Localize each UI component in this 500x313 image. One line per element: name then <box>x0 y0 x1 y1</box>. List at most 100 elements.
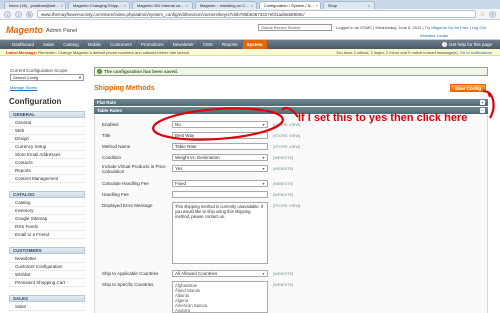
scope-tag: [STORE VIEW] <box>273 144 301 149</box>
sidebar-item-web[interactable]: Web <box>9 127 85 135</box>
help-link[interactable]: ? Get help for this page <box>441 42 492 47</box>
magento-logo[interactable]: Magento <box>6 25 43 35</box>
chevron-down-icon: ▼ <box>261 182 266 186</box>
nav-newsletter[interactable]: Newsletter <box>169 40 199 49</box>
system-notice-bar: Latest Message: Reminder: Change Magento… <box>0 49 500 56</box>
browser-tab[interactable]: Inbox (16) - jonathan@tofr... × <box>4 1 66 9</box>
close-tab-icon[interactable]: × <box>185 3 187 8</box>
browser-tab[interactable]: Magento :: Installing on C... × <box>194 1 257 9</box>
country-option[interactable]: Andorra <box>175 308 265 313</box>
browser-toolbar: ‹ › ↻ www.themayflowersociety.com/store/… <box>0 9 500 20</box>
nav-reports[interactable]: Reports <box>218 40 243 49</box>
go-to-notifications-link[interactable]: Go to notifications <box>460 50 492 55</box>
notice-label: Latest Message: <box>6 50 38 55</box>
reload-icon[interactable]: ↻ <box>26 10 33 18</box>
notice-count: You have 2 critical, 2 major, 2 minor an… <box>336 50 459 55</box>
nav-promotions[interactable]: Promotions <box>137 40 169 49</box>
sidebar-item-contacts[interactable]: Contacts <box>9 159 85 167</box>
browser-tab[interactable]: Magento Changing Shipp... × <box>68 1 130 9</box>
wrench-icon[interactable]: ≡ <box>489 10 496 18</box>
sidebar-section-customers[interactable]: CUSTOMERS <box>9 247 85 254</box>
scope-label: Current Configuration Scope: <box>10 68 69 73</box>
global-search-input[interactable]: Global Record Search <box>258 24 332 31</box>
sidebar-section-general[interactable]: GENERAL <box>9 111 85 118</box>
nav-cms[interactable]: CMS <box>199 40 218 49</box>
field-label-condition: Condition <box>102 155 122 160</box>
nav-system[interactable]: System <box>242 40 268 49</box>
admin-header: Magento Admin Panel Global Record Search… <box>0 20 500 40</box>
sidebar-item-persistent-cart[interactable]: Persistent Shopping Cart <box>9 279 85 287</box>
include-virtual-select[interactable]: Yes ▼ <box>172 165 268 172</box>
scope-tag: [STORE VIEW] <box>273 133 301 138</box>
try-magento-go-link[interactable]: Try Magento Go for Free <box>425 25 469 30</box>
error-message-textarea[interactable]: This shipping method is currently unavai… <box>172 202 268 264</box>
nav-sales[interactable]: Sales <box>39 40 60 49</box>
field-label-title: Title <box>102 133 111 138</box>
close-tab-icon[interactable]: × <box>123 3 125 8</box>
field-label-error-message: Displayed Error Message <box>102 203 153 208</box>
close-tab-icon[interactable]: × <box>316 3 318 8</box>
interface-locale-label[interactable]: Interface Locale <box>420 33 448 38</box>
sidebar-item-design[interactable]: Design <box>9 135 85 143</box>
title-input[interactable]: Best Way <box>172 132 268 139</box>
nav-catalog[interactable]: Catalog <box>59 40 84 49</box>
section-flat-rate[interactable]: Flat Rate + <box>94 99 488 106</box>
tab-label: Shop <box>327 3 338 8</box>
field-value: Fixed <box>175 181 187 186</box>
check-icon: ✓ <box>97 69 102 74</box>
condition-select[interactable]: Weight vs. Destination ▼ <box>172 154 268 161</box>
back-icon[interactable]: ‹ <box>4 10 11 18</box>
browser-tab[interactable]: Shop × <box>322 1 375 9</box>
scope-select[interactable]: Default Config ▼ <box>10 74 84 81</box>
sidebar-item-reports[interactable]: Reports <box>9 167 85 175</box>
field-value: Weight vs. Destination <box>175 155 220 160</box>
scope-tag: [STORE VIEW] <box>273 203 301 208</box>
address-bar[interactable]: www.themayflowersociety.com/store/index.… <box>37 10 476 18</box>
method-name-input[interactable]: Table Rate <box>172 143 268 150</box>
field-label-include-virtual: Include Virtual Products in Price Calcul… <box>102 164 166 174</box>
close-tab-icon[interactable]: × <box>251 3 253 8</box>
success-text: The configuration has been saved. <box>104 69 179 74</box>
enabled-select[interactable]: No ▼ <box>172 121 268 128</box>
field-label-applicable-countries: Ship to Applicable Countries <box>102 271 159 276</box>
sidebar-section-sales[interactable]: SALES <box>9 295 85 302</box>
sidebar-item-currency-setup[interactable]: Currency Setup <box>9 143 85 151</box>
sidebar-item-general[interactable]: General <box>9 119 85 127</box>
applicable-countries-select[interactable]: All Allowed Countries ▼ <box>172 270 268 277</box>
handling-type-select[interactable]: Fixed ▼ <box>172 180 268 187</box>
section-title: Table Rates <box>97 108 122 113</box>
nav-customers[interactable]: Customers <box>106 40 137 49</box>
sidebar-item-sales[interactable]: Sales <box>9 303 85 311</box>
tab-label: Magento :: Installing on C... <box>199 3 249 8</box>
close-tab-icon[interactable]: × <box>367 3 369 8</box>
tab-label: Inbox (16) - jonathan@tofr... <box>9 3 59 8</box>
sidebar-item-wishlist[interactable]: Wishlist <box>9 271 85 279</box>
manage-stores-link[interactable]: Manage Stores <box>10 85 37 90</box>
specific-countries-multiselect[interactable]: Afghanistan Åland Islands Albania Algeri… <box>172 281 268 313</box>
sidebar-item-google-sitemap[interactable]: Google Sitemap <box>9 215 85 223</box>
sidebar-item-store-email[interactable]: Store Email Addresses <box>9 151 85 159</box>
scope-tag: [WEBSITE] <box>273 282 294 287</box>
sidebar-section-catalog[interactable]: CATALOG <box>9 191 85 198</box>
handling-fee-input[interactable] <box>172 191 268 198</box>
nav-dashboard[interactable]: Dashboard <box>8 40 40 49</box>
scope-tag: [WEBSITE] <box>273 181 294 186</box>
field-label-enabled: Enabled <box>102 122 119 127</box>
browser-tab[interactable]: Magento 300 Internal ca... × <box>132 1 193 9</box>
sidebar-item-content-management[interactable]: Content Management <box>9 175 85 183</box>
sidebar-item-rss-feeds[interactable]: RSS Feeds <box>9 223 85 231</box>
sidebar-item-email-friend[interactable]: Email to a Friend <box>9 231 85 239</box>
bookmark-star-icon[interactable]: ☆ <box>480 11 485 18</box>
nav-mobile[interactable]: Mobile <box>84 40 107 49</box>
scope-tag: [WEBSITE] <box>273 271 294 276</box>
logout-link[interactable]: Log Out <box>472 25 486 30</box>
close-tab-icon[interactable]: × <box>61 3 63 8</box>
save-config-button[interactable]: Save Config <box>450 84 486 92</box>
browser-tab-active[interactable]: Configuration / System / N... × <box>258 1 321 9</box>
sidebar-item-newsletter[interactable]: Newsletter <box>9 255 85 263</box>
sidebar-item-inventory[interactable]: Inventory <box>9 207 85 215</box>
forward-icon[interactable]: › <box>15 10 22 18</box>
header-user-info: Logged in as GSMC | Wednesday, June 6, 2… <box>336 25 486 30</box>
sidebar-item-customer-config[interactable]: Customer Configuration <box>9 263 85 271</box>
sidebar-item-catalog[interactable]: Catalog <box>9 199 85 207</box>
